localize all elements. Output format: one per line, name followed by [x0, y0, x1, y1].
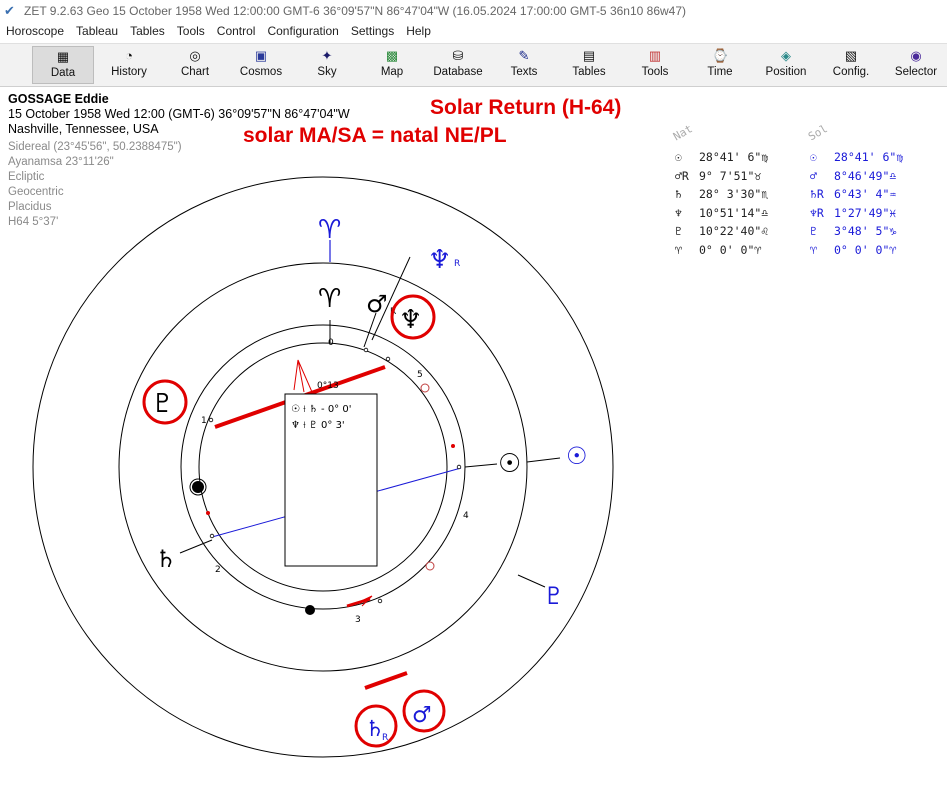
solar-pluto-pointer	[517, 574, 546, 588]
house-tick-dot-1	[363, 347, 369, 353]
solar-neptune-glyph: ♆	[428, 245, 451, 275]
solar-neptune-flag: R	[454, 259, 460, 269]
inner-planet-dot	[305, 605, 315, 615]
natal-mars-pointer	[363, 312, 377, 348]
natal-sun-glyph: ☉	[498, 449, 521, 479]
house-number-2: 2	[215, 565, 221, 575]
house-tick-dot-3	[456, 464, 462, 470]
solar-mars-glyph: ♂	[412, 703, 432, 728]
house-tick-dot-2	[385, 356, 391, 362]
natal-neptune-glyph: ♆	[399, 305, 422, 335]
house-number-0: 0	[328, 338, 334, 348]
house-number-4: 4	[463, 511, 469, 521]
midpoint-angle-label: 0°13	[317, 381, 339, 391]
natal-saturn-glyph: ♄	[155, 545, 177, 573]
midpoint-arrow	[293, 359, 313, 393]
inner-red-marker-1	[420, 383, 430, 393]
inner-red-marker-2	[425, 561, 435, 571]
natal-pluto-glyph: ♇	[151, 389, 174, 419]
solar-midpoint-highlight-line	[364, 671, 408, 690]
house-tick-dot-4	[209, 533, 215, 539]
solar-pluto-glyph: ♇	[543, 582, 565, 610]
midpoint-row-2: ♆ ⟊ ♇ 0° 3'	[291, 420, 345, 431]
sun-pointer-outer	[526, 457, 561, 463]
aries-inner-glyph: ♈	[318, 284, 341, 314]
natal-saturn-pointer	[179, 539, 213, 554]
horoscope-chart[interactable]: ☉ ⟊ ♄ - 0° 0' ♆ ⟊ ♇ 0° 3' 0°13 0 5 1 4 2…	[0, 0, 947, 800]
house-number-5: 5	[417, 370, 423, 380]
aries-outer-glyph: ♈	[318, 215, 341, 245]
house-tick-dot-6	[208, 417, 214, 423]
inner-red-dot-2	[206, 511, 210, 515]
midpoint-row-1: ☉ ⟊ ♄ - 0° 0'	[291, 404, 351, 415]
solar-sun-glyph: ☉	[566, 442, 588, 470]
house-tick-dot-5	[377, 598, 383, 604]
house-number-1: 1	[201, 416, 207, 426]
inner-red-dot-1	[451, 444, 455, 448]
house-number-3: 3	[355, 615, 361, 625]
natal-moon-dot	[192, 481, 204, 493]
natal-mars-glyph: ♂	[366, 290, 388, 318]
sun-pointer-inner	[464, 463, 498, 468]
